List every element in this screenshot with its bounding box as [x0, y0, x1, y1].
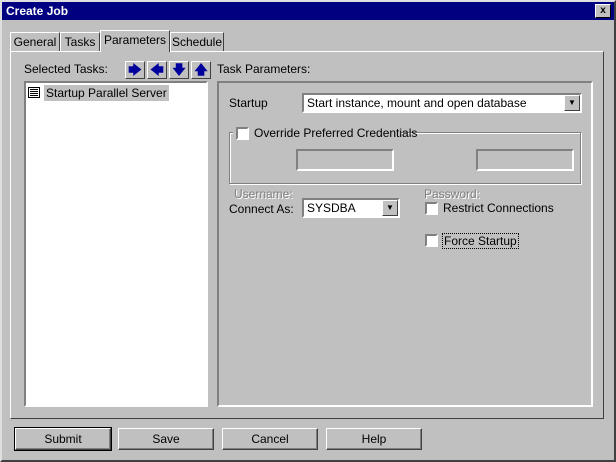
move-down-button[interactable]: 🡇: [169, 61, 189, 79]
startup-select[interactable]: Start instance, mount and open database …: [302, 93, 582, 113]
selected-tasks-list[interactable]: Startup Parallel Server: [24, 81, 208, 407]
tab-schedule[interactable]: Schedule: [170, 32, 224, 51]
password-input: [476, 149, 574, 171]
chevron-down-icon[interactable]: ▼: [564, 95, 580, 111]
move-right-button[interactable]: 🡆: [125, 61, 145, 79]
password-label: Password:: [424, 187, 481, 201]
startup-label: Startup: [229, 96, 268, 110]
startup-value: Start instance, mount and open database: [307, 96, 527, 110]
help-button[interactable]: Help: [326, 428, 422, 450]
task-parameters-label: Task Parameters:: [217, 62, 311, 76]
move-left-button[interactable]: 🡄: [147, 61, 167, 79]
close-icon[interactable]: x: [595, 4, 611, 18]
tab-tasks[interactable]: Tasks: [60, 32, 100, 51]
username-label: Username:: [234, 187, 293, 201]
arrow-down-icon: 🡇: [172, 62, 186, 77]
connect-as-label: Connect As:: [229, 202, 294, 216]
restrict-connections-label: Restrict Connections: [443, 201, 554, 215]
arrow-right-icon: 🡆: [128, 62, 142, 77]
arrow-up-icon: 🡅: [194, 62, 208, 77]
arrow-left-icon: 🡄: [150, 62, 164, 77]
title-bar: Create Job x: [2, 2, 614, 20]
tab-parameters[interactable]: Parameters: [100, 30, 170, 52]
connect-as-value: SYSDBA: [307, 201, 356, 215]
connect-as-select[interactable]: SYSDBA ▼: [302, 198, 400, 218]
chevron-down-icon[interactable]: ▼: [382, 200, 398, 216]
cancel-button[interactable]: Cancel: [222, 428, 318, 450]
save-button[interactable]: Save: [118, 428, 214, 450]
restrict-connections-checkbox[interactable]: [425, 202, 438, 215]
force-startup-checkbox[interactable]: [425, 234, 438, 247]
tab-general[interactable]: General: [10, 32, 60, 51]
selected-tasks-label: Selected Tasks:: [24, 62, 108, 76]
override-credentials-label: Override Preferred Credentials: [254, 126, 418, 140]
submit-button[interactable]: Submit: [14, 427, 112, 451]
server-icon: [28, 87, 40, 98]
force-startup-label: Force Startup: [442, 233, 519, 249]
window-title: Create Job: [6, 4, 69, 18]
task-item-label: Startup Parallel Server: [44, 85, 169, 101]
username-input: [296, 149, 394, 171]
move-up-button[interactable]: 🡅: [191, 61, 211, 79]
override-credentials-checkbox[interactable]: [236, 127, 249, 140]
